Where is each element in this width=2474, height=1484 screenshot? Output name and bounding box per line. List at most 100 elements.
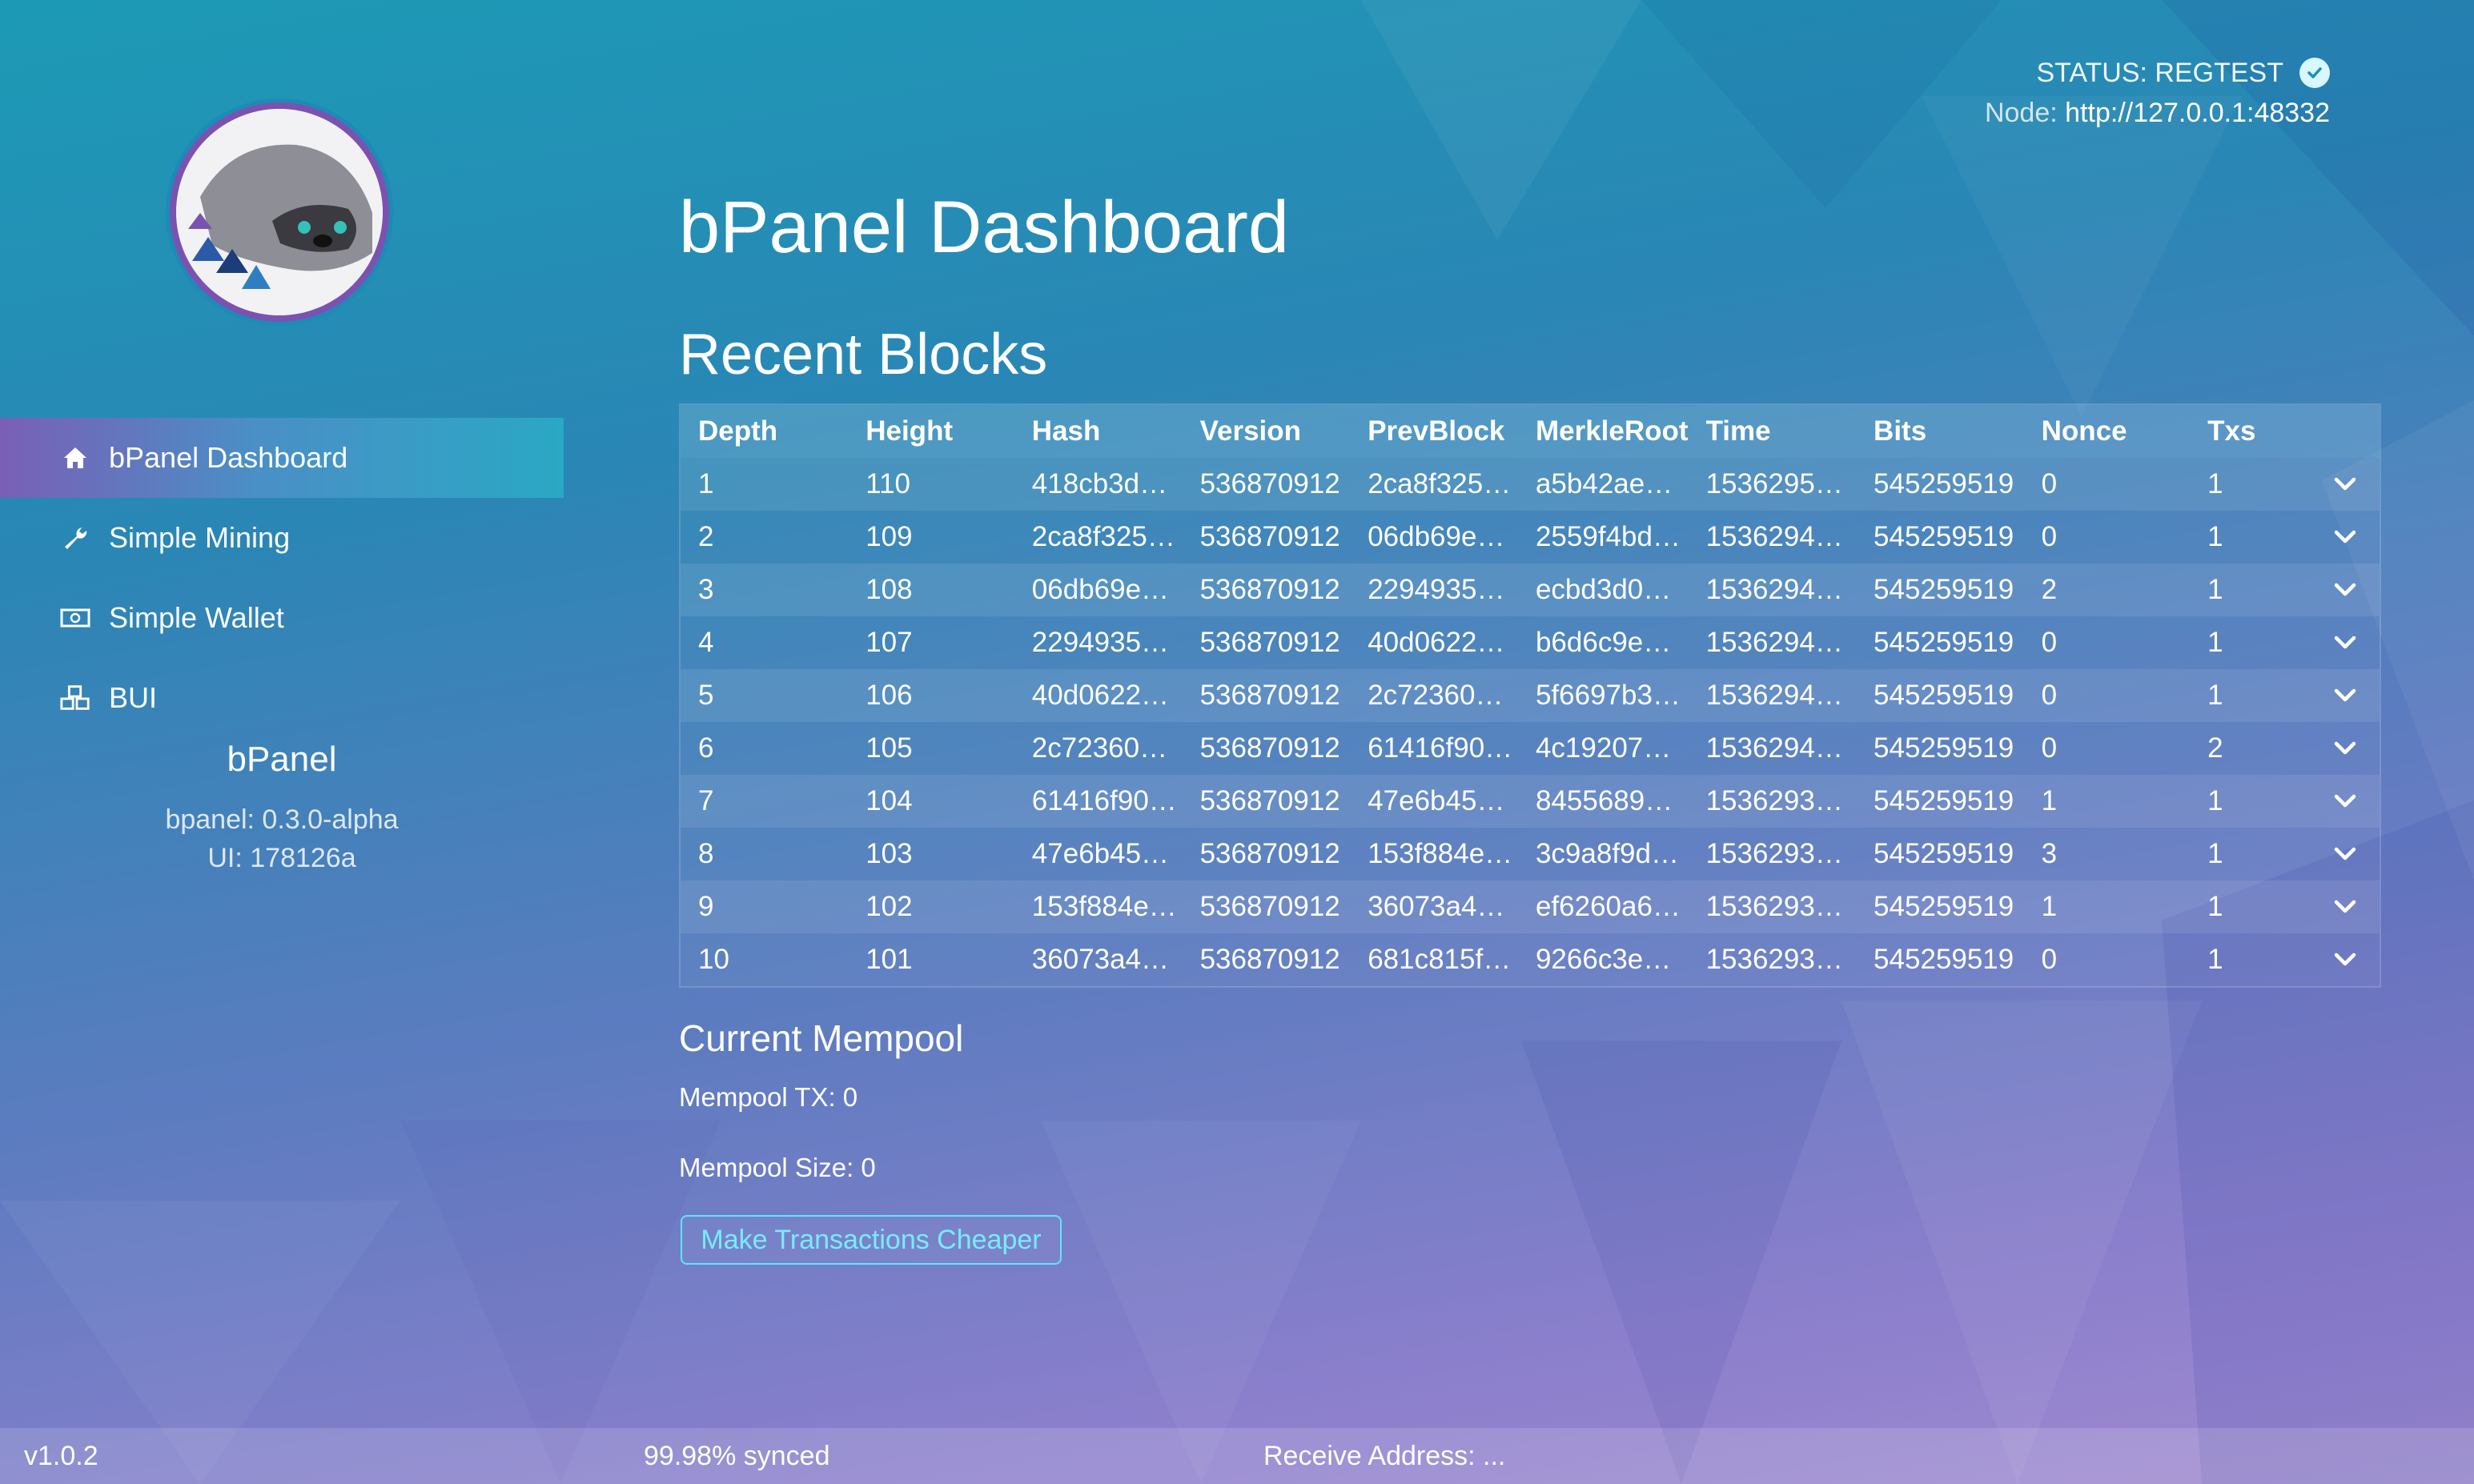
expand-row-cell[interactable] [2293,458,2380,511]
table-cell-hash: 06db69e… [1031,574,1170,605]
column-header[interactable]: PrevBlock [1350,405,1518,458]
make-transactions-cheaper-button[interactable]: Make Transactions Cheaper [681,1215,1062,1265]
table-cell-prevblock: 06db69e… [1368,521,1505,552]
chevron-down-icon[interactable] [2311,688,2380,704]
table-cell-hash: 47e6b45… [1031,838,1170,869]
table-cell-prevblock: 47e6b45… [1368,785,1505,816]
table-cell-height: 101 [865,944,913,975]
sidebar-item-simple-wallet[interactable]: Simple Wallet [0,578,564,658]
table-row[interactable]: 6 105 2c72360… 536870912 61416f90… 4c19207… 15… [681,722,2380,775]
table-cell-time: 1536293… [1705,838,1843,869]
table-cell-height: 105 [865,732,913,764]
column-header[interactable]: Version [1182,405,1351,458]
table-cell-merkleroot: 5f6697b3… [1535,680,1681,711]
table-cell-time: 1536293… [1705,785,1843,816]
table-cell-nonce: 0 [2041,680,2058,711]
table-cell-hash: 153f884e… [1031,891,1177,922]
table-cell-txs: 1 [2207,680,2223,711]
chevron-down-icon[interactable] [2311,952,2380,968]
table-cell-merkleroot: 3c9a8f9d… [1535,838,1679,869]
mempool-size: Mempool Size: 0 [679,1153,876,1182]
sidebar-item-bui[interactable]: BUI [0,658,564,738]
sidebar-item-dashboard[interactable]: bPanel Dashboard [0,418,564,498]
expand-row-cell[interactable] [2293,880,2380,933]
table-cell-txs: 1 [2207,838,2223,869]
table-cell-nonce: 0 [2041,944,2058,975]
table-row[interactable]: 4 107 2294935… 536870912 40d0622… b6d6c9e… 153… [681,616,2380,669]
page-title: bPanel Dashboard [679,187,1290,268]
expand-row-cell[interactable] [2293,564,2380,616]
expand-row-cell[interactable] [2293,775,2380,828]
table-cell-version: 536870912 [1199,574,1340,605]
chevron-down-icon[interactable] [2311,476,2380,492]
table-cell-time: 1536293… [1705,891,1843,922]
table-cell-depth: 9 [698,891,714,922]
chevron-down-icon[interactable] [2311,582,2380,598]
expand-row-cell[interactable] [2293,669,2380,722]
expand-row-cell[interactable] [2293,828,2380,880]
chevron-down-icon[interactable] [2311,740,2380,756]
column-header[interactable]: Txs [2190,405,2293,458]
column-header[interactable]: Bits [1856,405,2024,458]
table-cell-txs: 2 [2207,732,2223,764]
table-row[interactable]: 1 110 418cb3d… 536870912 2ca8f325… a5b42ae… 15… [681,458,2380,511]
table-row[interactable]: 2 109 2ca8f325… 536870912 06db69e… 2559f4bd… 1… [681,511,2380,564]
column-header[interactable]: Depth [681,405,849,458]
table-cell-time: 1536294… [1705,732,1843,764]
ui-version: UI: 178126a [207,843,356,873]
table-cell-txs: 1 [2207,944,2223,975]
table-cell-version: 536870912 [1199,785,1340,816]
table-row[interactable]: 9 102 153f884e… 536870912 36073a4… ef6260a6… 1… [681,880,2380,933]
table-cell-time: 1536294… [1705,680,1843,711]
table-cell-bits: 545259519 [1874,627,2014,658]
table-row[interactable]: 3 108 06db69e… 536870912 2294935… ecbd3d0… 153… [681,564,2380,616]
table-cell-depth: 1 [698,468,714,499]
table-row[interactable]: 5 106 40d0622… 536870912 2c72360… 5f6697b3… 15… [681,669,2380,722]
node-url: http://127.0.0.1:48332 [2065,98,2330,128]
table-cell-height: 102 [865,891,913,922]
app-version: v1.0.2 [24,1440,98,1471]
chevron-down-icon[interactable] [2311,846,2380,862]
money-icon [59,608,91,628]
expand-row-cell[interactable] [2293,722,2380,775]
chevron-down-icon[interactable] [2311,529,2380,545]
column-header[interactable]: Height [848,405,1014,458]
table-cell-hash: 36073a4… [1031,944,1170,975]
column-header[interactable]: Nonce [2023,405,2191,458]
table-cell-bits: 545259519 [1874,732,2014,764]
table-row[interactable]: 7 104 61416f90… 536870912 47e6b45… 8455689… 15… [681,775,2380,828]
table-cell-prevblock: 2c72360… [1368,680,1504,711]
cubes-icon [59,684,91,712]
table-cell-prevblock: 2294935… [1368,574,1505,605]
table-cell-version: 536870912 [1199,732,1340,764]
table-cell-nonce: 0 [2041,627,2058,658]
check-circle-icon [2299,58,2330,88]
sidebar-item-label: BUI [109,681,158,714]
table-cell-depth: 7 [698,785,714,816]
bpanel-version: bpanel: 0.3.0-alpha [165,804,399,835]
table-cell-txs: 1 [2207,468,2223,499]
table-row[interactable]: 8 103 47e6b45… 536870912 153f884e… 3c9a8f9d… 1… [681,828,2380,880]
chevron-down-icon[interactable] [2311,793,2380,809]
sidebar-item-simple-mining[interactable]: Simple Mining [0,498,564,578]
column-header[interactable]: Time [1688,405,1857,458]
recent-blocks-title: Recent Blocks [679,323,1048,387]
chevron-down-icon[interactable] [2311,899,2380,915]
column-header[interactable]: MerkleRoot [1517,405,1689,458]
node-label: Node: [1984,98,2058,128]
node-status: STATUS: REGTEST Node: http://127.0.0.1:4… [1985,54,2330,129]
expand-row-cell[interactable] [2293,933,2380,986]
column-header[interactable]: Hash [1014,405,1183,458]
table-cell-prevblock: 153f884e… [1368,838,1513,869]
table-cell-depth: 6 [698,732,714,764]
expand-row-cell[interactable] [2293,616,2380,669]
expand-row-cell[interactable] [2293,511,2380,564]
table-cell-hash: 40d0622… [1031,680,1170,711]
table-cell-depth: 3 [698,574,714,605]
table-cell-height: 109 [865,521,913,552]
footer-bar: v1.0.2 99.98% synced Receive Address: ..… [0,1428,2474,1484]
table-cell-version: 536870912 [1199,468,1340,499]
chevron-down-icon[interactable] [2311,635,2380,651]
table-cell-height: 107 [865,627,913,658]
table-row[interactable]: 10 101 36073a4… 536870912 681c815f… 9266c3e… 1… [681,933,2380,986]
